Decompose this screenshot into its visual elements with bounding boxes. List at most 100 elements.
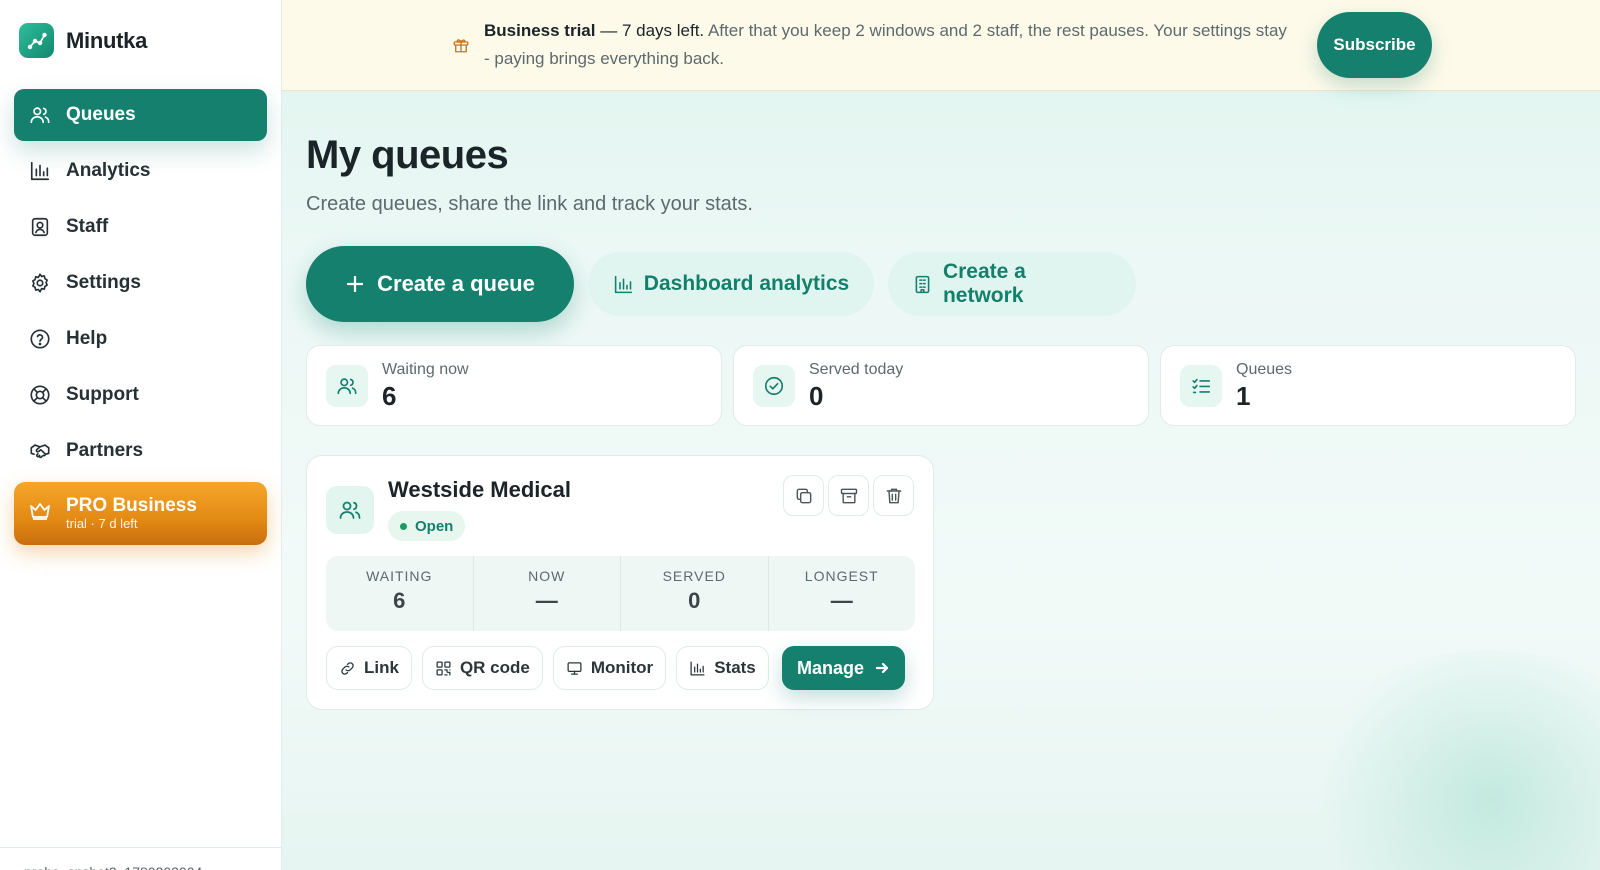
bar-chart-icon — [614, 275, 632, 293]
metric-longest: Longest — — [769, 556, 916, 631]
arrow-right-icon — [875, 662, 889, 674]
link-label: Link — [364, 658, 399, 677]
sidebar-item-label: Staff — [66, 216, 109, 237]
page-title: My queues — [306, 133, 509, 177]
status-label: Open — [415, 517, 454, 535]
qr-code-button[interactable]: QR code — [421, 646, 543, 690]
sidebar-item-label: Support — [66, 384, 139, 405]
pro-plan-subtitle: trial · 7 d left — [66, 515, 138, 531]
crown-icon — [28, 499, 52, 528]
archive-icon — [840, 488, 857, 503]
trial-banner-strong: Business trial — [484, 21, 596, 40]
chart-line-logo-icon — [19, 23, 54, 58]
create-queue-label: Create a queue — [377, 271, 535, 296]
dashboard-analytics-button[interactable]: Dashboard analytics — [588, 252, 874, 316]
metric-now: Now — — [474, 556, 621, 631]
monitor-label: Monitor — [590, 658, 654, 677]
metric-label: Longest — [804, 568, 879, 584]
sidebar-item-settings[interactable]: Settings — [14, 257, 267, 309]
sidebar-item-support[interactable]: Support — [14, 369, 267, 421]
delete-button[interactable] — [873, 475, 914, 516]
sidebar-nav: Queues Analytics Staff Settings Help Sup… — [14, 89, 267, 481]
metric-label: Now — [528, 568, 566, 584]
stat-value: 1 — [1236, 381, 1251, 411]
queue-card: Westside Medical Open Waiting 6 Now — Se… — [306, 455, 934, 710]
manage-label: Manage — [796, 657, 865, 678]
stat-value: 0 — [809, 381, 824, 411]
stat-label: Waiting now — [382, 361, 469, 378]
pro-plan-card[interactable]: PRO Business trial · 7 d left — [14, 482, 267, 545]
qr-code-icon — [436, 660, 451, 676]
check-circle-icon — [753, 365, 795, 407]
stat-card-served: Served today 0 — [733, 345, 1149, 426]
stat-card-waiting: Waiting now 6 — [306, 345, 722, 426]
queue-metrics: Waiting 6 Now — Served 0 Longest — — [326, 556, 915, 631]
status-badge: Open — [388, 511, 466, 541]
sidebar-item-label: Queues — [66, 104, 136, 125]
queue-actions: Link QR code Monitor Stats — [326, 646, 769, 690]
stat-card-queues: Queues 1 — [1160, 345, 1576, 426]
sidebar-item-queues[interactable]: Queues — [14, 89, 267, 141]
monitor-button[interactable]: Monitor — [552, 646, 667, 690]
metric-value: — — [830, 588, 853, 613]
pro-plan-title: PRO Business — [66, 494, 197, 516]
metric-value: 0 — [688, 588, 701, 613]
sidebar-item-staff[interactable]: Staff — [14, 201, 267, 253]
sidebar-item-partners[interactable]: Partners — [14, 425, 267, 477]
create-queue-button[interactable]: Create a queue — [306, 246, 574, 322]
lifebuoy-icon — [28, 383, 52, 407]
question-icon — [28, 327, 52, 351]
qr-code-label: QR code — [459, 658, 530, 677]
metric-value: — — [535, 588, 558, 613]
subscribe-button[interactable]: Subscribe — [1317, 12, 1432, 78]
metric-label: Waiting — [366, 568, 433, 584]
manage-button[interactable]: Manage — [782, 646, 905, 690]
metric-label: Served — [662, 568, 726, 584]
building-icon — [915, 275, 930, 293]
page-actions: Create a queue Dashboard analytics Creat… — [306, 246, 1136, 322]
id-badge-icon — [28, 215, 52, 239]
stat-label: Queues — [1236, 361, 1293, 378]
sidebar-item-label: Partners — [66, 440, 144, 461]
users-icon — [326, 365, 368, 407]
link-button[interactable]: Link — [326, 646, 412, 690]
sidebar-item-help[interactable]: Help — [14, 313, 267, 365]
stat-label: Served today — [809, 361, 904, 378]
monitor-icon — [567, 661, 582, 675]
plus-icon — [347, 275, 364, 293]
page-subtitle: Create queues, share the link and track … — [306, 193, 753, 215]
sidebar-footer: probe_snshot2_1780203004 — [0, 847, 282, 870]
gift-icon — [452, 36, 470, 54]
list-check-icon — [1180, 365, 1222, 407]
stats-button[interactable]: Stats — [676, 646, 769, 690]
account-id: probe_snshot2_1780203004 — [24, 864, 202, 870]
duplicate-button[interactable] — [783, 475, 824, 516]
trial-banner-days: — 7 days left. — [595, 21, 705, 40]
stat-value: 6 — [382, 381, 397, 411]
queue-name[interactable]: Westside Medical — [388, 477, 571, 503]
metric-waiting: Waiting 6 — [326, 556, 474, 631]
trash-icon — [886, 488, 901, 503]
sidebar-item-label: Analytics — [66, 160, 151, 181]
metric-served: Served 0 — [621, 556, 769, 631]
metric-value: 6 — [393, 588, 406, 613]
archive-button[interactable] — [828, 475, 869, 516]
create-network-label: Create a network — [942, 260, 1026, 307]
users-icon — [326, 486, 374, 534]
brand[interactable]: Minutka — [19, 23, 147, 58]
status-dot-icon — [400, 522, 407, 530]
main-content: Business trial — 7 days left. After that… — [282, 0, 1600, 870]
trial-banner-text: Business trial — 7 days left. After that… — [484, 17, 1294, 72]
app-name: Minutka — [66, 27, 148, 53]
sidebar-item-label: Help — [66, 328, 108, 349]
dashboard-analytics-label: Dashboard analytics — [643, 272, 850, 295]
copy-icon — [796, 488, 811, 503]
bar-chart-icon — [690, 660, 705, 676]
sidebar-item-analytics[interactable]: Analytics — [14, 145, 267, 197]
gear-icon — [28, 271, 52, 295]
queue-tools — [783, 475, 914, 516]
users-icon — [28, 103, 52, 127]
create-network-button[interactable]: Create a network — [888, 252, 1136, 316]
stats-label: Stats — [714, 658, 756, 677]
bar-chart-icon — [28, 159, 52, 183]
